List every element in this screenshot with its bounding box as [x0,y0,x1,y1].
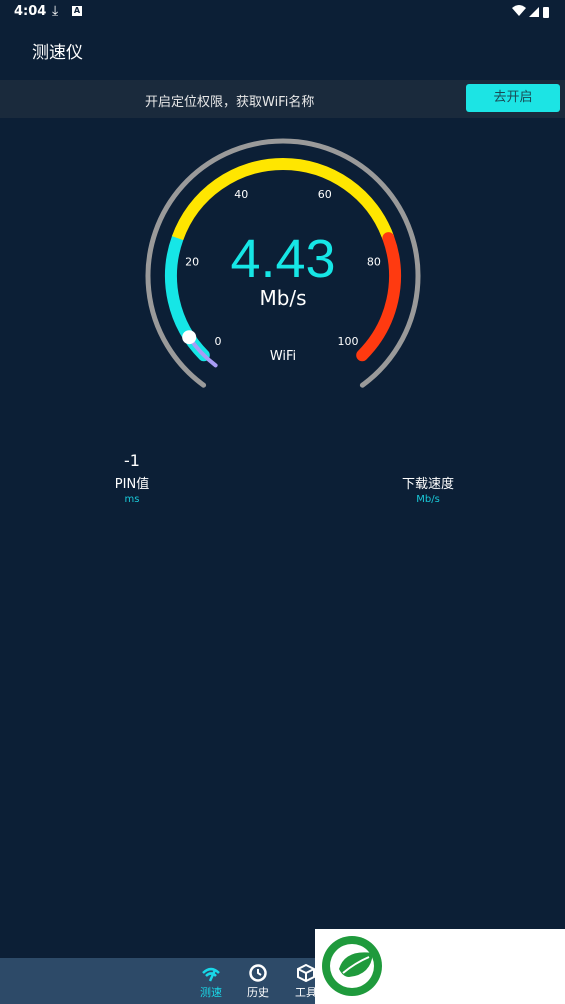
ping-label: PIN值 [114,477,150,492]
ping-value: -1 [124,451,140,470]
speed-unit: Mb/s [259,286,307,310]
gauge-segment-mid [171,157,395,241]
gauge-tick-label: 0 [214,335,221,348]
download-value [368,451,488,471]
ping-unit: ms [124,494,140,505]
gauge-tick-label: 60 [318,188,332,201]
leaf-logo-icon [322,936,382,996]
watermark-overlay [315,929,565,1004]
download-unit: Mb/s [416,494,440,505]
speedtest-icon [202,967,220,982]
tools-cube-icon [297,964,315,982]
nav-label-speedtest: 测速 [200,986,222,999]
gauge-pointer-knob [182,330,197,345]
download-label: 下载速度 [401,477,454,492]
gauge-tick-label: 100 [338,335,359,348]
speed-value: 4.43 [230,229,336,289]
network-type: WiFi [269,349,297,364]
gauge-tick-label: 40 [234,188,248,201]
nav-item-speedtest[interactable]: 测速 [191,962,231,1000]
nav-label-history: 历史 [247,986,269,999]
ping-stat: -1 PIN值 ms [72,451,192,505]
history-icon [249,964,267,982]
download-stat: 下载速度 Mb/s [368,451,488,505]
nav-item-history[interactable]: 历史 [238,962,278,1000]
